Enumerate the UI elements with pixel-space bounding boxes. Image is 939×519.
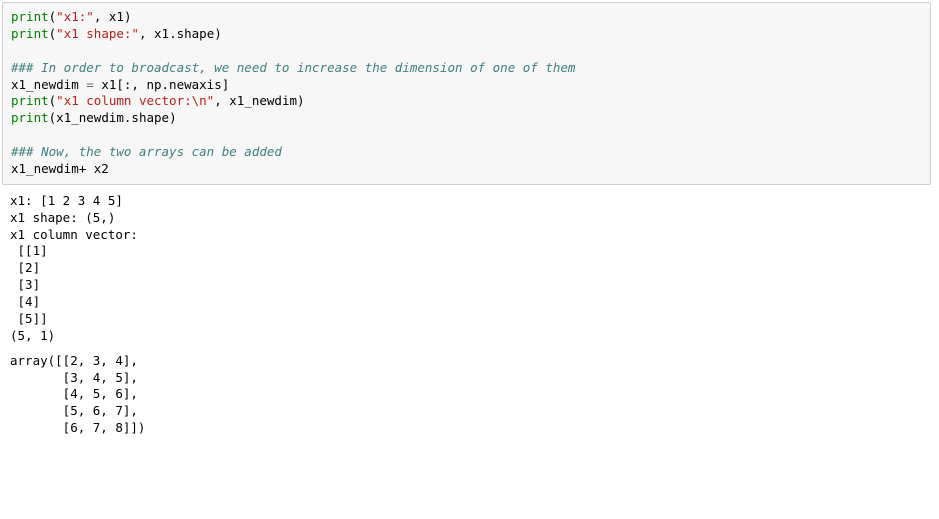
identifier: x1_newdim.shape xyxy=(56,110,169,125)
identifier: x1.shape xyxy=(154,26,214,41)
builtin-print: print xyxy=(11,93,49,108)
builtin-print: print xyxy=(11,110,49,125)
stdout-output: x1: [1 2 3 4 5] x1 shape: (5,) x1 column… xyxy=(10,193,931,345)
comma: , xyxy=(94,9,109,24)
assign-op: = xyxy=(86,77,94,92)
execute-result: array([[2, 3, 4], [3, 4, 5], [4, 5, 6], … xyxy=(10,353,931,437)
identifier: x1_newdim xyxy=(229,93,297,108)
comma: , xyxy=(214,93,229,108)
identifier: x1 xyxy=(109,9,124,24)
rparen: ) xyxy=(124,9,132,24)
builtin-print: print xyxy=(11,9,49,24)
comment-line: ### Now, the two arrays can be added xyxy=(11,144,282,159)
comment-line: ### In order to broadcast, we need to in… xyxy=(11,60,575,75)
string-literal: "x1 column vector:\n" xyxy=(56,93,214,108)
identifier: x1_newdim xyxy=(11,77,79,92)
code-input-cell[interactable]: print("x1:", x1) print("x1 shape:", x1.s… xyxy=(2,2,931,185)
comma: , xyxy=(139,26,154,41)
rparen: ) xyxy=(214,26,222,41)
rparen: ) xyxy=(297,93,305,108)
rparen: ) xyxy=(169,110,177,125)
expression: x1[:, np.newaxis] xyxy=(101,77,229,92)
string-literal: "x1 shape:" xyxy=(56,26,139,41)
builtin-print: print xyxy=(11,26,49,41)
expression: x1_newdim+ x2 xyxy=(11,161,109,176)
string-literal: "x1:" xyxy=(56,9,94,24)
